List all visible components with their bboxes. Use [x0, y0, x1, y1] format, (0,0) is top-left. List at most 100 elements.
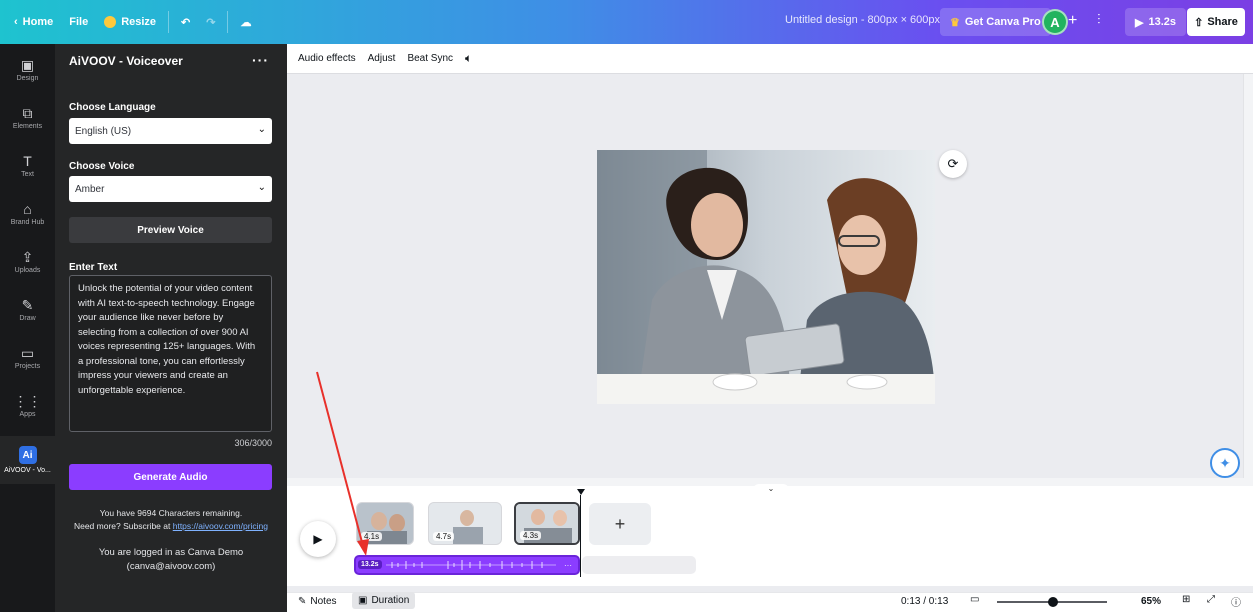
audio-ghost-track — [582, 556, 696, 574]
present-play-button[interactable]: ▶ 13.2s — [1125, 8, 1186, 36]
top-bar: ‹ Home File Resize ↶ ↷ ☁ Untitled design… — [0, 0, 1253, 44]
rail-label: Design — [16, 75, 39, 82]
rail-item-uploads[interactable]: ⇪ Uploads — [0, 238, 55, 286]
play-icon: ▶ — [313, 532, 323, 546]
timeline-play-button[interactable]: ▶ — [300, 521, 336, 557]
panel-title: AiVOOV - Voiceover — [69, 54, 183, 68]
pricing-link[interactable]: https://aivoov.com/pricing — [173, 521, 268, 531]
beat-sync-button[interactable]: Beat Sync — [407, 53, 453, 64]
logged-in-line2: (canva@aivoov.com) — [126, 561, 216, 572]
volume-icon[interactable]: 🔈︎ — [465, 51, 472, 66]
text-icon: T — [23, 153, 32, 169]
upload-icon: ⇪ — [21, 249, 34, 265]
notes-label: Notes — [310, 596, 337, 607]
design-icon: ▣ — [20, 57, 35, 73]
duration-icon: ▣ — [358, 595, 368, 606]
home-button[interactable]: ‹ Home — [6, 7, 61, 37]
rail-item-text[interactable]: T Text — [0, 142, 55, 190]
aivoov-panel: AiVOOV - Voiceover ··· Choose Language E… — [55, 44, 287, 612]
get-pro-label: Get Canva Pro — [964, 16, 1041, 28]
rail-item-brand-hub[interactable]: ⌂ Brand Hub — [0, 190, 55, 238]
clip-duration: 4.7s — [433, 532, 455, 541]
left-rail: ▣ Design ⧉ Elements T Text ⌂ Brand Hub ⇪… — [0, 44, 55, 612]
play-time-label: 13.2s — [1148, 16, 1176, 28]
duration-button[interactable]: ▣ Duration — [352, 592, 416, 609]
chevron-down-icon: ⌄ — [257, 124, 266, 135]
help-icon[interactable]: ⓘ — [1231, 594, 1241, 609]
more-options-icon[interactable]: ··· — [252, 52, 269, 68]
rail-label: AiVOOV - Vo... — [4, 467, 51, 474]
rail-label: Apps — [19, 411, 36, 418]
chevron-down-icon[interactable]: ⌄ — [753, 484, 789, 496]
time-readout: 0:13 / 0:13 — [901, 596, 949, 607]
file-label: File — [69, 16, 89, 28]
rail-item-design[interactable]: ▣ Design — [0, 46, 55, 94]
invite-plus-icon[interactable]: + — [1068, 12, 1077, 30]
adjust-button[interactable]: Adjust — [368, 53, 396, 64]
brand-hub-icon: ⌂ — [23, 201, 32, 217]
timeline-clip-3[interactable]: 4.3s — [514, 502, 580, 545]
fullscreen-icon[interactable]: ⤢ — [1207, 594, 1215, 605]
enter-text-label: Enter Text — [69, 262, 118, 273]
duration-label: Duration — [371, 595, 410, 606]
voice-label: Choose Voice — [69, 161, 135, 172]
grid-view-icon[interactable]: ⊞ — [1182, 594, 1190, 605]
magic-assist-icon[interactable]: ✦ — [1210, 448, 1240, 478]
redo-button[interactable]: ↷ — [198, 7, 223, 37]
playhead-line — [580, 495, 581, 577]
resize-button[interactable]: Resize — [96, 7, 164, 37]
timeline-clip-2[interactable]: 4.7s — [428, 502, 502, 545]
rail-item-draw[interactable]: ✎ Draw — [0, 286, 55, 334]
insights-icon[interactable]: ⫶ — [1097, 11, 1101, 28]
home-label: Home — [22, 16, 54, 28]
divider — [227, 11, 229, 33]
design-photo[interactable] — [597, 150, 935, 404]
language-select[interactable]: English (US) ⌄ — [69, 118, 272, 144]
cloud-icon: ☁ — [240, 16, 252, 29]
rail-label: Projects — [14, 363, 41, 370]
crown-icon — [104, 16, 117, 28]
rail-item-aivoov[interactable]: Ai AiVOOV - Vo... — [0, 436, 55, 484]
generate-audio-button[interactable]: Generate Audio — [69, 464, 272, 490]
add-page-button[interactable]: + — [589, 503, 651, 545]
get-pro-button[interactable]: ♛ Get Canva Pro — [940, 8, 1051, 36]
draw-icon: ✎ — [21, 297, 34, 313]
rotate-icon[interactable]: ⟳ — [939, 150, 967, 178]
notes-button[interactable]: ✎ Notes — [298, 596, 337, 607]
notes-icon: ✎ — [298, 596, 307, 607]
bottom-bar — [287, 592, 1253, 612]
audio-track[interactable]: ··· — [354, 555, 580, 575]
rail-label: Elements — [12, 123, 43, 130]
share-label: Share — [1207, 16, 1238, 28]
preview-voice-button[interactable]: Preview Voice — [69, 217, 272, 243]
playhead-handle[interactable] — [577, 489, 585, 495]
rail-item-elements[interactable]: ⧉ Elements — [0, 94, 55, 142]
rail-item-projects[interactable]: ▭ Projects — [0, 334, 55, 382]
divider — [168, 11, 170, 33]
undo-button[interactable]: ↶ — [173, 7, 198, 37]
cloud-save-button[interactable]: ☁ — [232, 7, 259, 37]
text-input[interactable]: Unlock the potential of your video conte… — [69, 275, 272, 432]
clip-duration: 4.3s — [520, 531, 542, 540]
page-view-icon[interactable]: ▭ — [970, 594, 979, 605]
rail-label: Draw — [19, 315, 36, 322]
chevron-down-icon: ⌄ — [257, 182, 266, 193]
avatar[interactable]: A — [1042, 9, 1068, 35]
voice-select[interactable]: Amber ⌄ — [69, 176, 272, 202]
crown-icon: ♛ — [950, 16, 960, 29]
design-title[interactable]: Untitled design - 800px × 600px — [785, 14, 940, 26]
logged-in-line1: You are logged in as Canva Demo — [98, 547, 244, 558]
timeline-clip-1[interactable]: 4.1s — [356, 502, 414, 545]
resize-label: Resize — [121, 16, 157, 28]
aivoov-logo-icon: Ai — [18, 446, 37, 464]
audio-effects-button[interactable]: Audio effects — [298, 53, 356, 64]
apps-grid-icon: ⋮⋮ — [13, 393, 42, 409]
svg-text:···: ··· — [564, 561, 572, 570]
share-button[interactable]: ⇧ Share — [1187, 8, 1245, 36]
file-menu-button[interactable]: File — [61, 7, 96, 37]
remaining-text: You have 9694 Characters remaining. — [99, 508, 243, 518]
vertical-scrollbar[interactable] — [1243, 74, 1253, 486]
zoom-level[interactable]: 65% — [1141, 596, 1161, 607]
rail-item-apps[interactable]: ⋮⋮ Apps — [0, 382, 55, 430]
logged-in-info: You are logged in as Canva Demo (canva@a… — [65, 546, 277, 574]
